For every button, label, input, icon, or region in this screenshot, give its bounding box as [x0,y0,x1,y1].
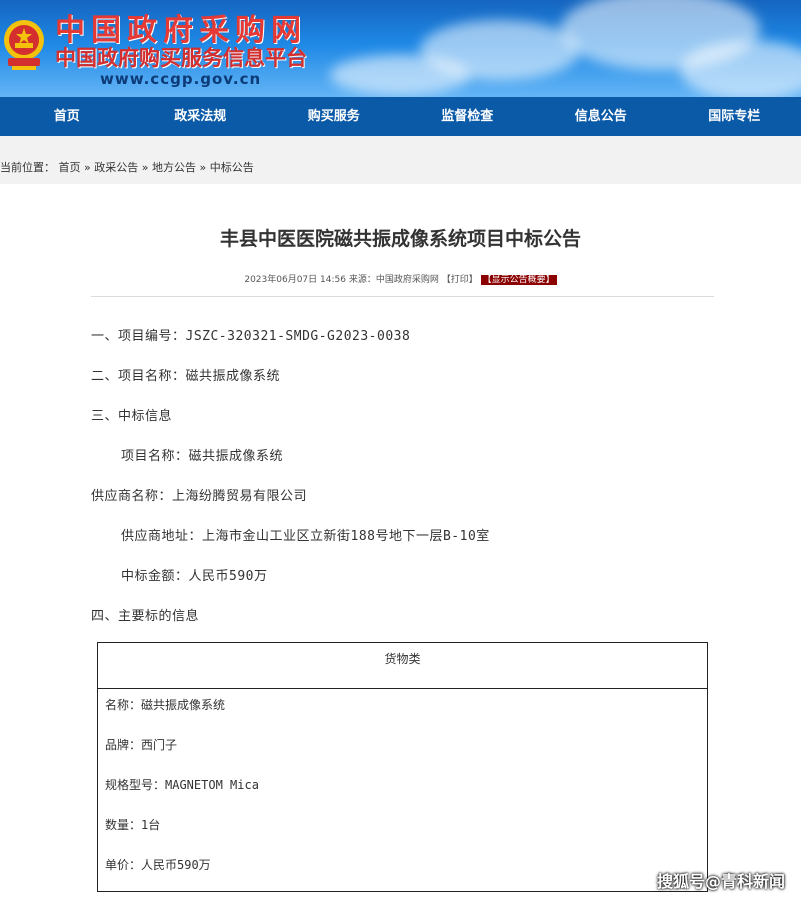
supplier-name: 供应商名称：上海纷腾贸易有限公司 [91,489,308,504]
project-name: 二、项目名称：磁共振成像系统 [91,369,281,384]
nav-item-regulations[interactable]: 政采法规 [134,97,268,136]
print-link[interactable]: 【打印】 [442,275,478,285]
subject-info-table: 货物类 名称：磁共振成像系统 品牌：西门子 规格型号：MAGNETOM Mica… [97,642,708,892]
breadcrumb: 当前位置： 首页 » 政采公告 » 地方公告 » 中标公告 [0,159,254,175]
table-row: 品牌：西门子 [105,738,178,752]
breadcrumb-separator: » [195,161,210,174]
table-row: 规格型号：MAGNETOM Mica [105,778,259,792]
table-row: 名称：磁共振成像系统 [105,698,226,712]
divider [91,296,714,297]
show-summary-button[interactable]: 【显示公告概要】 [480,275,557,285]
table-row: 数量：1台 [105,818,161,832]
award-project-name: 项目名称：磁共振成像系统 [121,449,284,464]
cloud-decoration [680,40,801,97]
article-meta: 2023年06月07日 14:56 来源：中国政府采购网 【打印】 【显示公告概… [0,272,801,285]
nav-item-purchase-services[interactable]: 购买服务 [267,97,401,136]
main-nav: 首页 政采法规 购买服务 监督检查 信息公告 国际专栏 [0,97,801,136]
page-title: 丰县中医医院磁共振成像系统项目中标公告 [219,228,581,250]
nav-item-announcements[interactable]: 信息公告 [534,97,668,136]
breadcrumb-home-link[interactable]: 首页 [59,161,81,174]
breadcrumb-local-link[interactable]: 地方公告 [152,161,196,174]
project-number: 一、项目编号：JSZC-320321-SMDG-G2023-0038 [91,329,411,344]
table-row: 单价：人民币590万 [105,858,211,872]
award-amount: 中标金额：人民币590万 [121,569,268,584]
breadcrumb-award-link[interactable]: 中标公告 [210,161,254,174]
supplier-address: 供应商地址：上海市金山工业区立新街188号地下一层B-10室 [121,529,490,544]
nav-item-international[interactable]: 国际专栏 [668,97,801,136]
header-banner: 中国政府采购网 中国政府购买服务信息平台 www.ccgp.gov.cn [0,0,801,97]
nav-item-home[interactable]: 首页 [0,97,134,136]
publish-date: 2023年06月07日 14:56 [244,275,346,285]
national-emblem-icon [4,20,44,70]
site-logo-url: www.ccgp.gov.cn [100,70,262,88]
main-subject-heading: 四、主要标的信息 [91,609,200,624]
source-label: 来源： [348,275,376,285]
breadcrumb-procurement-link[interactable]: 政采公告 [94,161,138,174]
source-name: 中国政府采购网 [375,275,439,285]
site-logo-title[interactable]: 中国政府采购网 [55,14,307,48]
breadcrumb-prefix: 当前位置： [0,161,55,174]
cloud-decoration [330,55,470,95]
site-logo-subtitle: 中国政府购买服务信息平台 [55,46,307,70]
breadcrumb-separator: » [138,161,152,174]
table-header: 货物类 [98,643,707,689]
award-info-heading: 三、中标信息 [91,409,173,424]
nav-item-supervision[interactable]: 监督检查 [401,97,535,136]
watermark: 搜狐号@青科新闻 [656,872,785,891]
breadcrumb-separator: » [80,161,95,174]
